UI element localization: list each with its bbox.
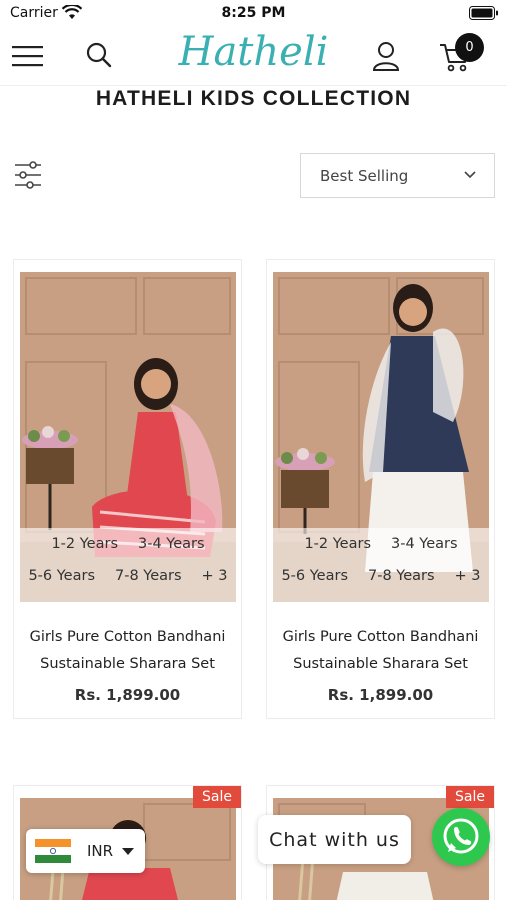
size-row: 1-2 Years 3-4 Years — [20, 536, 236, 552]
app-header: Hatheli 0 — [0, 28, 507, 86]
product-title[interactable]: Girls Pure Cotton Bandhani Sustainable S… — [267, 624, 494, 678]
size-option[interactable]: 3-4 Years — [138, 536, 205, 552]
battery-icon — [469, 6, 498, 20]
sale-badge: Sale — [193, 786, 241, 808]
size-row: 1-2 Years 3-4 Years — [273, 536, 489, 552]
chat-with-us-bubble[interactable]: Chat with us — [258, 815, 411, 864]
size-option[interactable]: 7-8 Years — [115, 568, 182, 584]
page-title: HATHELI KIDS COLLECTION — [95, 87, 412, 110]
product-title-line: Girls Pure Cotton Bandhani — [29, 629, 226, 645]
whatsapp-icon — [443, 818, 479, 854]
product-card[interactable]: 1-2 Years 3-4 Years 5-6 Years 7-8 Years … — [13, 259, 242, 719]
status-bar: Carrier 8:25 PM — [0, 0, 507, 28]
currency-label: INR — [87, 842, 114, 860]
chevron-down-icon — [464, 171, 476, 179]
sale-badge: Sale — [446, 786, 494, 808]
size-option[interactable]: 7-8 Years — [368, 568, 435, 584]
india-flag-icon — [35, 839, 71, 863]
product-image[interactable]: 1-2 Years 3-4 Years 5-6 Years 7-8 Years … — [20, 272, 236, 602]
product-price: Rs. 1,899.00 — [74, 686, 181, 704]
caret-down-icon — [122, 848, 134, 855]
sizes-overlay: 1-2 Years 3-4 Years 5-6 Years 7-8 Years … — [20, 528, 236, 602]
product-card[interactable]: 1-2 Years 3-4 Years 5-6 Years 7-8 Years … — [266, 259, 495, 719]
size-option[interactable]: 1-2 Years — [51, 536, 118, 552]
size-row: 5-6 Years 7-8 Years + 3 — [273, 568, 489, 584]
status-time: 8:25 PM — [221, 5, 286, 21]
cart-count-badge[interactable]: 0 — [455, 33, 484, 62]
product-title-line: Girls Pure Cotton Bandhani — [282, 629, 479, 645]
sizes-overlay: 1-2 Years 3-4 Years 5-6 Years 7-8 Years … — [273, 528, 489, 602]
product-price: Rs. 1,899.00 — [327, 686, 434, 704]
product-title-line: Sustainable Sharara Set — [293, 656, 468, 672]
account-icon[interactable] — [371, 40, 401, 72]
size-option[interactable]: 3-4 Years — [391, 536, 458, 552]
product-image[interactable]: 1-2 Years 3-4 Years 5-6 Years 7-8 Years … — [273, 272, 489, 602]
currency-selector[interactable]: INR — [26, 829, 145, 873]
brand-logo[interactable]: Hatheli — [0, 29, 507, 75]
sort-selected-label: Best Selling — [320, 167, 409, 185]
sort-dropdown[interactable]: Best Selling — [300, 153, 495, 198]
whatsapp-button[interactable] — [432, 808, 490, 866]
product-title[interactable]: Girls Pure Cotton Bandhani Sustainable S… — [14, 624, 241, 678]
size-option[interactable]: 1-2 Years — [304, 536, 371, 552]
more-sizes[interactable]: + 3 — [202, 568, 228, 584]
chat-label: Chat with us — [269, 829, 400, 851]
size-row: 5-6 Years 7-8 Years + 3 — [20, 568, 236, 584]
more-sizes[interactable]: + 3 — [455, 568, 481, 584]
product-title-line: Sustainable Sharara Set — [40, 656, 215, 672]
size-option[interactable]: 5-6 Years — [28, 568, 95, 584]
size-option[interactable]: 5-6 Years — [281, 568, 348, 584]
filter-icon[interactable] — [13, 160, 43, 190]
